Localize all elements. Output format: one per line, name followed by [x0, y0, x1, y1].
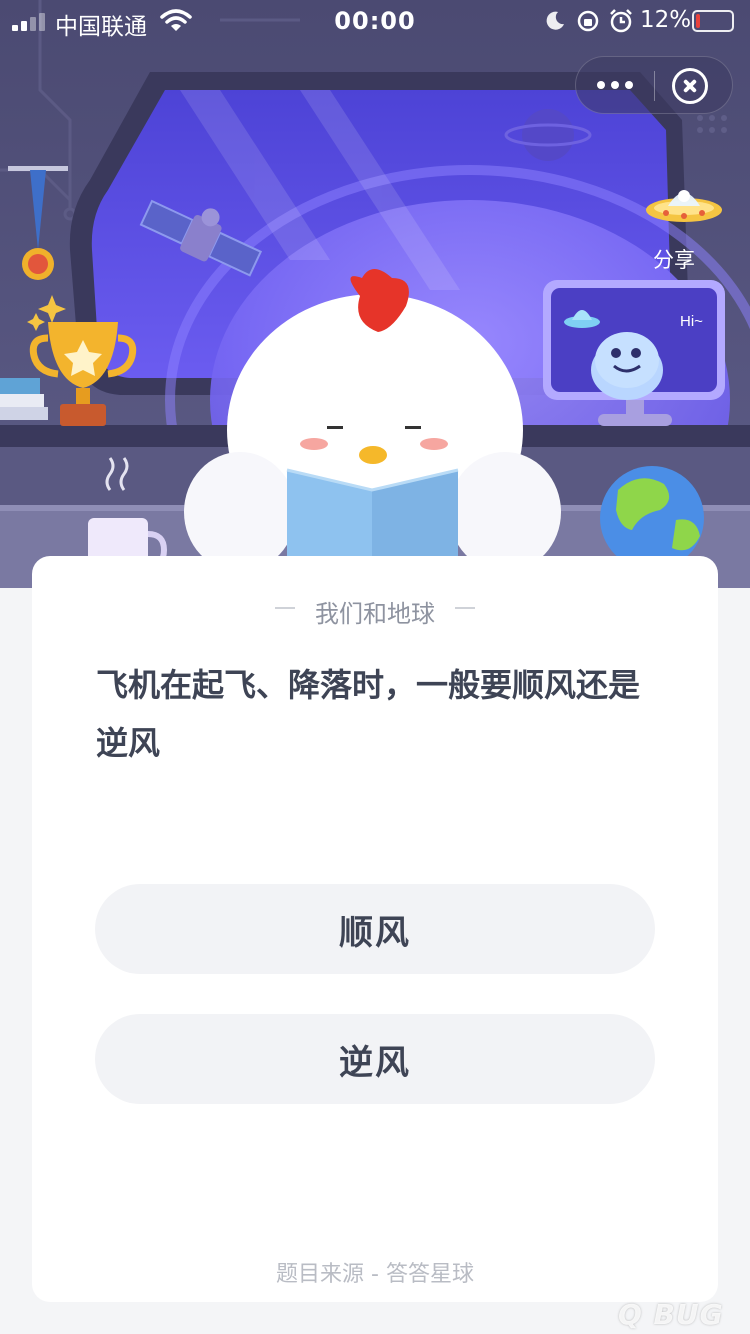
question-card: 我们和地球 飞机在起飞、降落时，一般要顺风还是逆风 顺风 逆风 题目来源 - 答… — [32, 556, 718, 1302]
battery-percent: 12% — [640, 7, 692, 33]
close-button[interactable] — [672, 68, 708, 104]
mini-program-capsule — [575, 56, 733, 114]
rotation-lock-icon — [577, 10, 599, 32]
hero-scene: 中国联通 00:00 12% 分享 Hi~ — [0, 0, 750, 588]
books — [0, 378, 48, 420]
alarm-icon — [610, 9, 632, 33]
moon-icon — [546, 11, 564, 30]
question-source: 题目来源 - 答答星球 — [276, 1262, 474, 1287]
answer-option-2[interactable]: 逆风 — [95, 1014, 655, 1104]
site-watermark: Q BUG — [618, 1298, 724, 1331]
ufo-icon — [646, 190, 722, 222]
question-text: 飞机在起飞、降落时，一般要顺风还是逆风 — [96, 666, 641, 762]
status-bar: 中国联通 00:00 12% — [0, 0, 750, 42]
battery-icon — [692, 10, 734, 32]
share-button[interactable]: 分享 — [636, 180, 726, 276]
clock-time: 00:00 — [334, 7, 416, 35]
capsule-divider — [654, 71, 655, 101]
ellipsis-icon — [597, 81, 605, 89]
monitor-hi-text: Hi~ — [680, 313, 703, 330]
category-decor-right — [455, 607, 475, 609]
globe — [600, 466, 704, 570]
category-title: 我们和地球 — [315, 600, 435, 628]
more-button[interactable] — [576, 57, 654, 113]
medal — [8, 166, 68, 280]
share-label: 分享 — [653, 248, 695, 272]
answer-option-1[interactable]: 顺风 — [95, 884, 655, 974]
battery-level-fill — [696, 14, 700, 28]
